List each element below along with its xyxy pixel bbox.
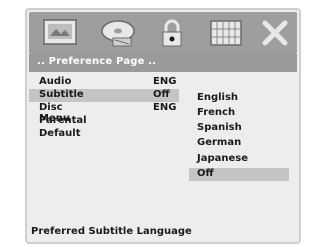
- option-label: English: [197, 92, 239, 103]
- page-title: .. Preference Page ..: [37, 56, 157, 67]
- setting-label: Subtitle: [39, 89, 84, 100]
- setting-label: Audio: [39, 76, 72, 87]
- setting-label: Default: [39, 128, 81, 139]
- option-french[interactable]: French: [189, 107, 289, 120]
- option-label: Off: [197, 168, 214, 179]
- setting-value: ENG: [153, 102, 177, 113]
- option-label: Japanese: [197, 153, 249, 164]
- category-icon-bar: [29, 12, 297, 54]
- option-spanish[interactable]: Spanish: [189, 122, 289, 135]
- setting-row-subtitle[interactable]: Subtitle Off: [29, 89, 179, 102]
- option-japanese[interactable]: Japanese: [189, 153, 289, 166]
- option-german[interactable]: German: [189, 137, 289, 150]
- setting-label: Parental: [39, 115, 87, 126]
- setup-menu-panel: .. Preference Page .. Audio ENG Subtitle…: [25, 8, 301, 244]
- tv-screen-icon[interactable]: [43, 18, 77, 48]
- option-label: German: [197, 137, 242, 148]
- option-english[interactable]: English: [189, 92, 289, 105]
- close-x-icon[interactable]: [261, 18, 289, 48]
- option-label: Spanish: [197, 122, 242, 133]
- lock-icon[interactable]: [157, 18, 187, 48]
- settings-menu: Audio ENG Subtitle Off Disc Menu ENG Par…: [29, 76, 299, 216]
- disc-icon[interactable]: [99, 18, 137, 48]
- page-title-bar: .. Preference Page ..: [29, 54, 297, 72]
- option-label: French: [197, 107, 236, 118]
- speaker-grid-icon[interactable]: [209, 18, 245, 48]
- setting-value: Off: [153, 89, 170, 100]
- option-off[interactable]: Off: [189, 168, 289, 181]
- setting-value: ENG: [153, 76, 177, 87]
- help-text: Preferred Subtitle Language: [31, 226, 192, 237]
